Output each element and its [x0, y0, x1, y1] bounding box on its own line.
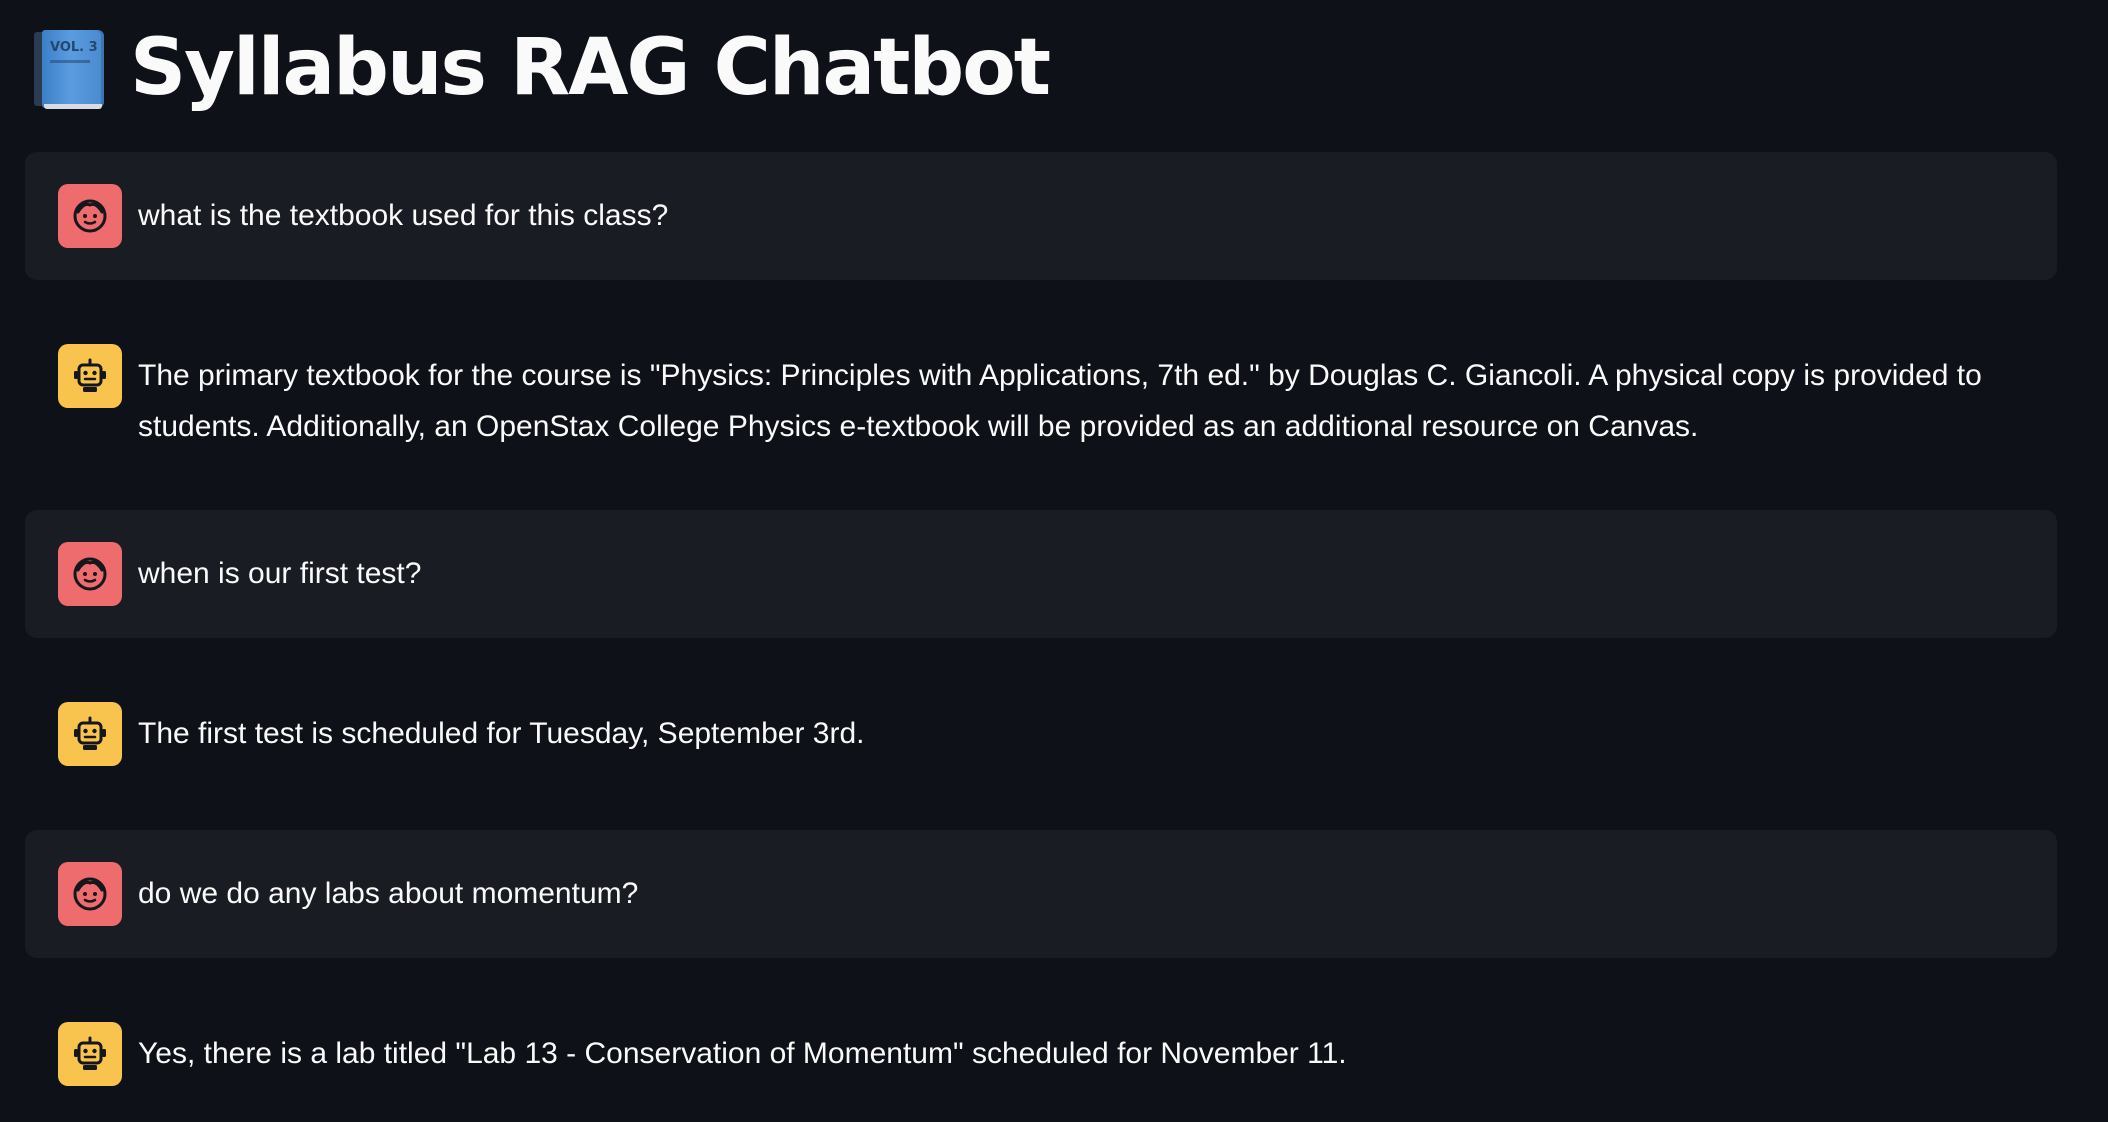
assistant-avatar — [58, 344, 122, 408]
assistant-avatar — [58, 1022, 122, 1086]
message-text: The first test is scheduled for Tuesday,… — [138, 717, 865, 750]
robot-icon — [74, 1036, 106, 1070]
message-text: The primary textbook for the course is "… — [138, 359, 1982, 443]
book-cover-line — [50, 60, 90, 63]
message-text: what is the textbook used for this class… — [138, 199, 669, 232]
chat-message-user: what is the textbook used for this class… — [25, 152, 2057, 280]
assistant-avatar — [58, 702, 122, 766]
chat-message-user: do we do any labs about momentum? — [25, 830, 2057, 958]
chat-message-assistant: Yes, there is a lab titled "Lab 13 - Con… — [25, 990, 2057, 1118]
page-title: Syllabus RAG Chatbot — [130, 23, 1051, 113]
message-text: when is our first test? — [138, 557, 422, 590]
chat-message-user: when is our first test? — [25, 510, 2057, 638]
book-volume-label: VOL. 3 — [50, 40, 98, 55]
user-face-icon — [73, 557, 107, 591]
message-text: do we do any labs about momentum? — [138, 877, 639, 910]
robot-icon — [74, 358, 106, 392]
user-face-icon — [73, 199, 107, 233]
user-avatar — [58, 542, 122, 606]
user-face-icon — [73, 877, 107, 911]
chat-message-assistant: The primary textbook for the course is "… — [25, 312, 2057, 502]
user-avatar — [58, 184, 122, 248]
page-header: VOL. 3 Syllabus RAG Chatbot — [34, 18, 1051, 118]
message-text: Yes, there is a lab titled "Lab 13 - Con… — [138, 1037, 1347, 1070]
book-icon: VOL. 3 — [34, 26, 106, 110]
book-pages — [44, 104, 102, 109]
chat-message-assistant: The first test is scheduled for Tuesday,… — [25, 670, 2057, 798]
user-avatar — [58, 862, 122, 926]
robot-icon — [74, 716, 106, 750]
